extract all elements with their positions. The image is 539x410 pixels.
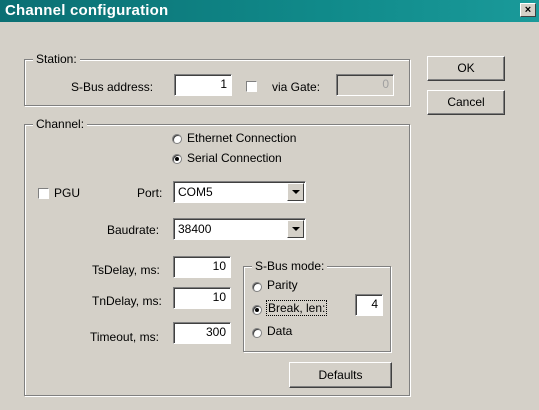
pgu-checkbox[interactable]: [38, 188, 49, 199]
chevron-down-icon[interactable]: [287, 220, 304, 238]
timeout-label: Timeout, ms:: [90, 330, 159, 344]
timeout-input[interactable]: 300: [173, 322, 231, 344]
title-bar[interactable]: Channel configuration ×: [0, 0, 539, 22]
baudrate-select[interactable]: 38400: [173, 218, 306, 240]
baudrate-select-value: 38400: [178, 222, 212, 236]
break-label-text: Break, len:: [266, 300, 328, 316]
ok-button[interactable]: OK: [427, 56, 505, 81]
break-radio[interactable]: [252, 305, 262, 315]
port-select[interactable]: COM5: [173, 181, 306, 203]
parity-radio[interactable]: [252, 282, 262, 292]
window-title: Channel configuration: [5, 2, 169, 19]
tsdelay-input[interactable]: 10: [173, 256, 231, 278]
channel-configuration-dialog: Channel configuration × Station: S-Bus a…: [0, 0, 539, 410]
ethernet-connection-radio[interactable]: [172, 134, 182, 144]
tndelay-label: TnDelay, ms:: [92, 294, 162, 308]
baudrate-label: Baudrate:: [107, 223, 160, 237]
break-length-input[interactable]: 4: [355, 294, 383, 316]
chevron-down-icon[interactable]: [287, 183, 304, 201]
parity-label: Parity: [267, 278, 298, 292]
cancel-button[interactable]: Cancel: [427, 90, 505, 115]
pgu-label: PGU: [54, 186, 81, 200]
via-gate-input[interactable]: 0: [336, 74, 394, 96]
ethernet-connection-label: Ethernet Connection: [187, 131, 297, 145]
serial-connection-radio[interactable]: [172, 154, 182, 164]
channel-legend: Channel:: [33, 117, 88, 131]
defaults-button[interactable]: Defaults: [289, 362, 392, 388]
serial-connection-label: Serial Connection: [187, 151, 282, 165]
tsdelay-label: TsDelay, ms:: [92, 263, 160, 277]
close-icon: ×: [524, 4, 532, 16]
break-label: Break, len:: [266, 300, 328, 316]
sbus-address-label: S-Bus address:: [71, 80, 154, 94]
tndelay-input[interactable]: 10: [173, 287, 231, 309]
port-label: Port:: [137, 186, 163, 200]
close-button[interactable]: ×: [520, 3, 536, 17]
port-select-value: COM5: [178, 185, 213, 199]
sbus-mode-legend: S-Bus mode:: [252, 259, 328, 273]
data-radio[interactable]: [252, 328, 262, 338]
data-label: Data: [267, 324, 293, 338]
via-gate-label: via Gate:: [272, 80, 321, 94]
sbus-address-input[interactable]: 1: [174, 74, 232, 96]
station-legend: Station:: [33, 52, 80, 66]
via-gate-checkbox[interactable]: [246, 81, 257, 92]
